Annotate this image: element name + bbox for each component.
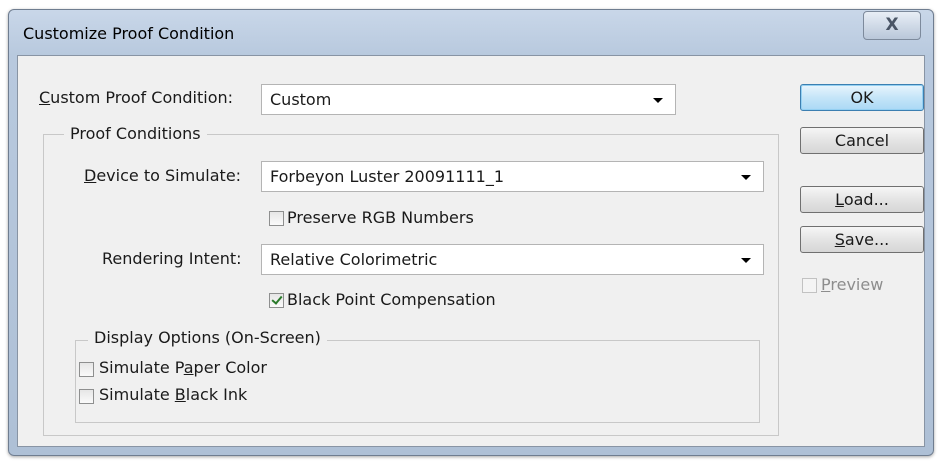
custom-proof-condition-select[interactable]: Custom [261,84,676,115]
chevron-down-icon [741,175,751,180]
black-point-compensation-checkbox[interactable] [269,293,284,308]
close-icon: X [885,15,899,35]
simulate-black-ink-label: Simulate Black Ink [99,385,248,404]
load-button[interactable]: Load... [800,186,924,213]
chevron-down-icon [653,98,663,103]
simulate-black-ink-checkbox[interactable] [79,389,94,404]
rendering-intent-value: Relative Colorimetric [270,250,438,269]
close-button[interactable]: X [863,11,921,40]
ok-button[interactable]: OK [800,84,924,111]
rendering-intent-select[interactable]: Relative Colorimetric [261,244,764,275]
save-button[interactable]: Save... [800,226,924,253]
rendering-intent-label: Rendering Intent: [102,249,242,268]
device-to-simulate-value: Forbeyon Luster 20091111_1 [270,167,504,186]
custom-proof-condition-label: Custom Proof Condition: [39,88,234,107]
simulate-paper-color-label: Simulate Paper Color [99,358,267,377]
dialog-client-area: Custom Proof Condition: Custom Proof Con… [17,55,925,447]
device-to-simulate-label: Device to Simulate: [84,166,242,185]
display-options-legend: Display Options (On-Screen) [88,328,327,347]
preview-label: Preview [821,275,884,294]
dialog-title: Customize Proof Condition [23,24,235,43]
chevron-down-icon [741,258,751,263]
display-options-group [75,340,760,423]
device-to-simulate-select[interactable]: Forbeyon Luster 20091111_1 [261,161,764,192]
custom-proof-condition-value: Custom [270,90,332,109]
cancel-button[interactable]: Cancel [800,127,924,154]
simulate-paper-color-checkbox[interactable] [79,362,94,377]
preserve-rgb-label: Preserve RGB Numbers [287,208,474,227]
dialog-window: Customize Proof Condition X Custom Proof… [8,9,934,456]
proof-conditions-legend: Proof Conditions [64,124,207,143]
preserve-rgb-checkbox[interactable] [269,211,284,226]
black-point-compensation-label: Black Point Compensation [287,290,496,309]
preview-checkbox[interactable] [802,278,817,293]
